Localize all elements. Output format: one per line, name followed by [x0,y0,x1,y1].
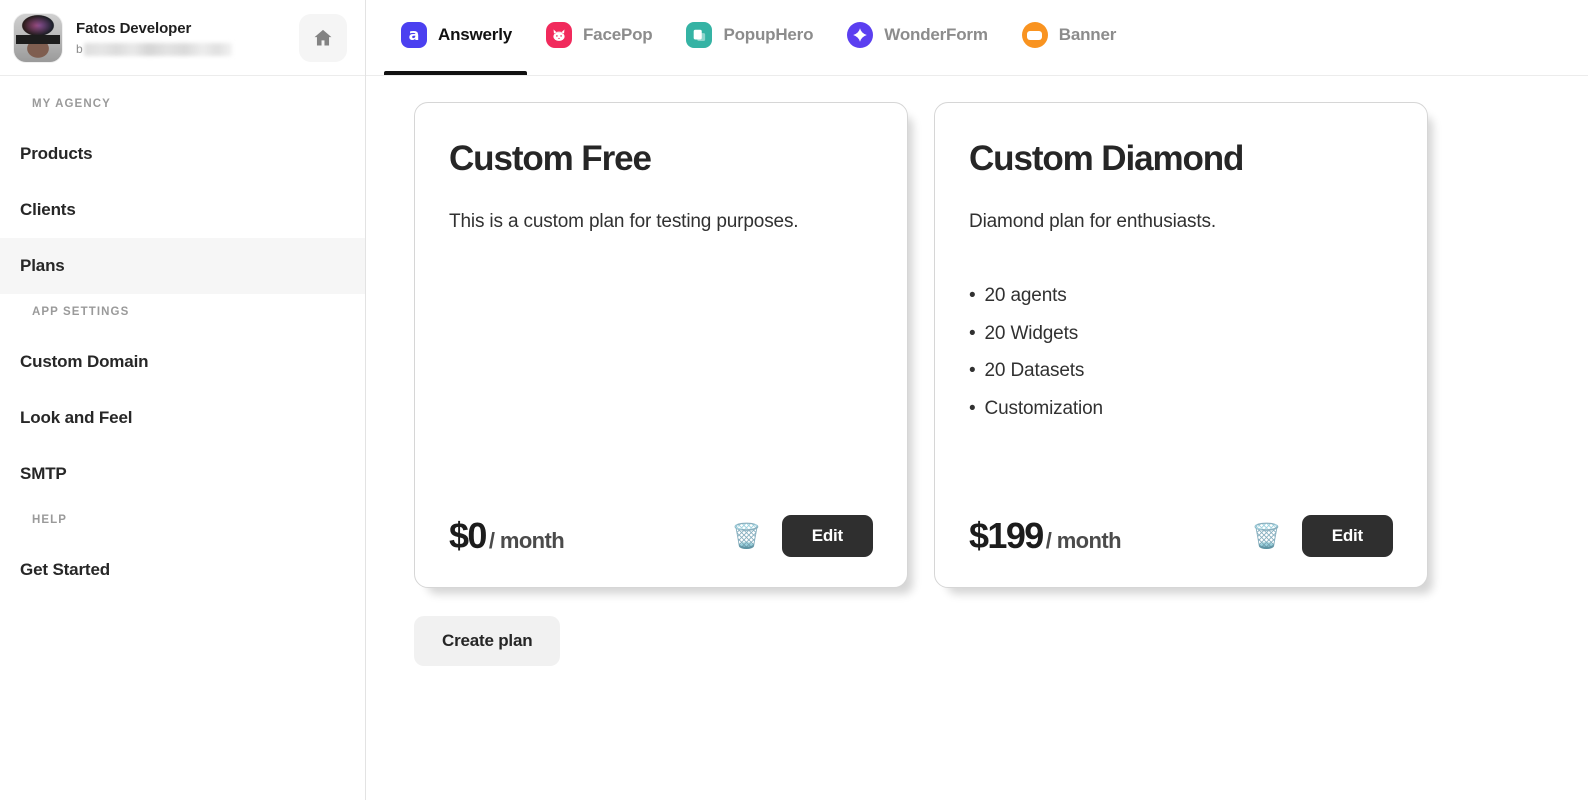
plan-description: Diamond plan for enthusiasts. [969,211,1217,232]
plan-feature-item: • 20 Widgets [969,315,1393,353]
plan-price-period: / month [488,528,565,553]
plan-price-amount: $199 [969,515,1044,556]
tab-banner-label: Banner [1058,25,1117,44]
plan-feature-item: • Customization [969,390,1393,428]
profile-email-redacted [83,42,232,56]
trash-icon[interactable]: 🗑️ [732,524,762,548]
plan-feature-label: Customization [984,397,1104,419]
plan-feature-label: 20 Datasets [984,360,1085,381]
plan-feature-item: • 20 agents [969,277,1393,315]
profile-header[interactable]: Fatos Developer b [0,0,365,76]
nav-section-title-my-agency: MY AGENCY [32,98,111,110]
profile-email-prefix: b [76,42,83,56]
plan-feature-label: 20 Widgets [984,322,1079,344]
tab-facepop[interactable]: FacePop [529,0,669,75]
sidebar-item-look-and-feel[interactable]: Look and Feel [0,390,365,446]
answerly-logo-icon: a [401,22,427,48]
tab-wonderform-label: WonderForm [884,25,988,44]
tab-banner[interactable]: Banner [1005,0,1133,75]
edit-button[interactable]: Edit [1301,515,1393,557]
banner-bar-glyph [1027,30,1043,40]
nav-spacer-2 [0,502,365,514]
plan-card-footer: $0 / month 🗑️ Edit [449,489,873,557]
tab-answerly-label: Answerly [438,25,512,44]
bullet-icon: • [969,285,976,306]
plan-price-period: / month [1045,528,1122,553]
plan-title: Custom Diamond [969,139,1244,178]
plan-price-amount: $0 [449,515,487,556]
plans-content: Custom Free This is a custom plan for te… [366,76,1588,800]
sidebar-item-get-started[interactable]: Get Started [0,542,365,598]
answerly-letter-a: a [408,24,420,44]
create-plan-button[interactable]: Create plan [414,616,561,666]
popuphero-window-icon [686,22,713,48]
sidebar-item-products[interactable]: Products [0,126,365,182]
wonderform-spark-icon [847,22,874,48]
edit-button[interactable]: Edit [781,515,873,557]
banner-bar-icon [1021,22,1048,48]
sidebar-item-custom-domain[interactable]: Custom Domain [0,334,365,390]
main-content: a Answerly FacePop PopupHero WonderForm … [366,0,1588,800]
profile-email: b [76,42,285,56]
plan-card-actions: 🗑️ Edit [1252,515,1393,557]
avatar [14,13,62,62]
avatar-glitch-bar [16,34,60,44]
plan-feature-item: • 20 Datasets [969,352,1393,390]
plan-card-custom-free: Custom Free This is a custom plan for te… [414,102,908,588]
tab-popuphero[interactable]: PopupHero [669,0,830,75]
sidebar-nav: MY AGENCY Products Clients Plans APP SET… [0,76,365,598]
popup-windows-glyph [693,29,706,41]
trash-icon[interactable]: 🗑️ [1252,524,1282,548]
sidebar-item-plans[interactable]: Plans [0,238,365,294]
sidebar-item-smtp[interactable]: SMTP [0,446,365,502]
nav-section-title-help: HELP [32,514,68,526]
plans-card-row: Custom Free This is a custom plan for te… [414,102,1588,588]
profile-text: Fatos Developer b [76,19,285,56]
plan-price: $199 / month [969,515,1122,557]
plan-description: This is a custom plan for testing purpos… [449,211,799,232]
plan-card-actions: 🗑️ Edit [732,515,873,557]
facepop-cat-icon [546,22,572,48]
tab-answerly[interactable]: a Answerly [384,0,529,75]
plan-title: Custom Free [449,139,652,178]
bullet-icon: • [969,397,976,419]
nav-section-title-app-settings: APP SETTINGS [32,306,130,318]
tab-facepop-label: FacePop [583,25,653,44]
nav-spacer-1 [0,294,365,306]
home-icon [314,29,332,46]
profile-name: Fatos Developer [76,20,192,37]
cat-face-glyph [553,29,565,41]
bullet-icon: • [969,322,976,344]
plan-card-footer: $199 / month 🗑️ Edit [969,489,1393,557]
home-button[interactable] [299,13,347,62]
tab-wonderform[interactable]: WonderForm [830,0,1004,75]
plan-card-custom-diamond: Custom Diamond Diamond plan for enthusia… [934,102,1428,588]
app-root: Fatos Developer b MY AGENCY Products Cli… [0,0,1588,800]
product-tabbar: a Answerly FacePop PopupHero WonderForm … [366,0,1588,76]
sidebar-item-clients[interactable]: Clients [0,182,365,238]
sidebar: Fatos Developer b MY AGENCY Products Cli… [0,0,366,800]
plan-feature-label: 20 agents [984,285,1067,306]
plan-feature-list: • 20 agents • 20 Widgets • 20 Datasets •… [969,277,1393,427]
plan-price: $0 / month [449,515,565,557]
sparkle-glyph [853,28,868,42]
bullet-icon: • [969,360,976,381]
tab-popuphero-label: PopupHero [723,25,814,44]
